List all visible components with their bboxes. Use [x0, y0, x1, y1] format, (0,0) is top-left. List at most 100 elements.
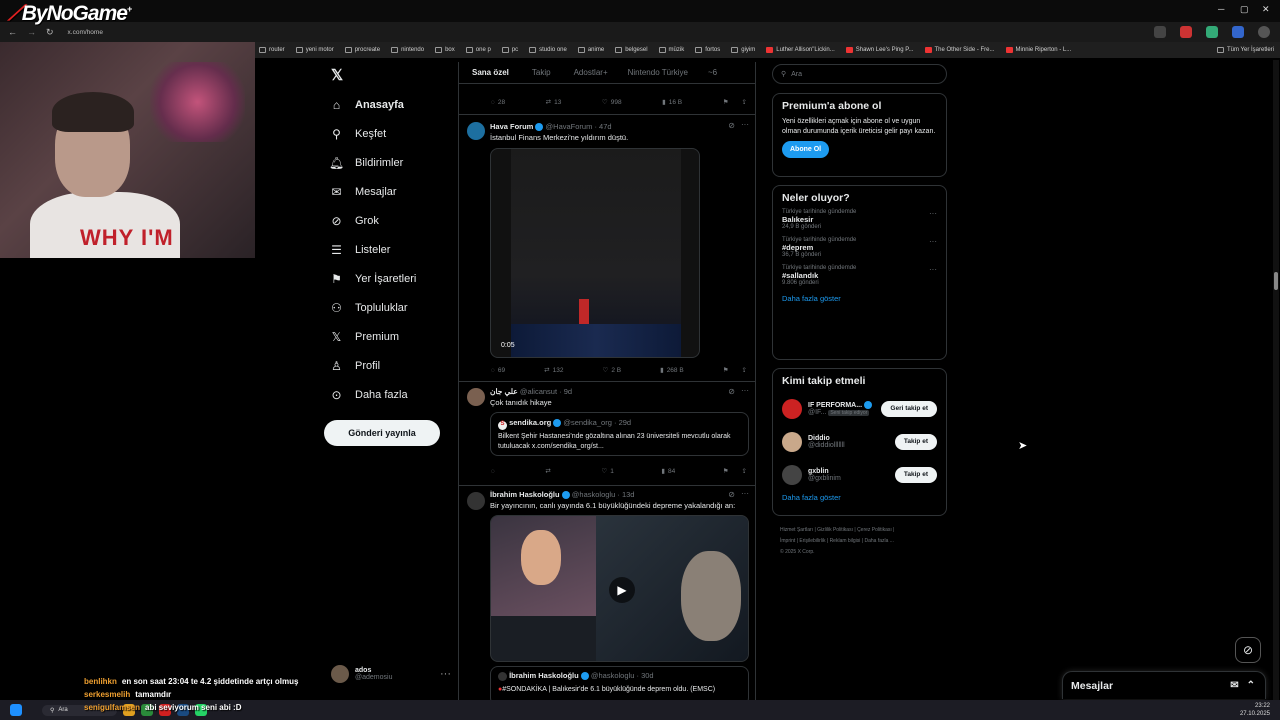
tab-following[interactable]: Takip [519, 68, 561, 77]
search-input[interactable]: ⚲ Ara [772, 64, 947, 84]
grok-button[interactable]: ⊘ [1235, 637, 1261, 663]
tab-list[interactable]: Nintendo Türkiye [618, 68, 698, 77]
more-icon[interactable]: ··· [741, 120, 749, 129]
footer-link[interactable]: Hizmet Şartları [780, 527, 813, 533]
like-button[interactable]: ♡ 1 [601, 467, 613, 476]
more-icon[interactable]: ··· [929, 265, 937, 274]
nav-messages[interactable]: ✉ Mesajlar [324, 177, 459, 206]
nav-home[interactable]: ⌂ Anasayfa [324, 90, 459, 119]
close-icon[interactable]: ✕ [1262, 4, 1270, 15]
bookmark-item[interactable]: Minnie Riperton - L... [1005, 47, 1071, 53]
bookmark-item[interactable]: fortos [695, 47, 720, 53]
more-icon[interactable]: ··· [929, 237, 937, 246]
tweet[interactable]: ⊘ ··· İbrahim Haskoloğlu @haskologlu · 1… [459, 485, 755, 702]
follow-suggestion[interactable]: gxblin @gxblinim Takip et [782, 458, 937, 491]
tweet-video[interactable]: ▶ [490, 515, 749, 662]
back-icon[interactable]: ← [8, 27, 17, 37]
extension-icon[interactable] [1232, 26, 1244, 38]
follow-back-button[interactable]: Geri takip et [881, 400, 937, 417]
bookmark-item[interactable]: nintendo [391, 47, 424, 53]
nav-more[interactable]: ⊙ Daha fazla [324, 380, 459, 409]
nav-grok[interactable]: ⊘ Grok [324, 206, 459, 235]
bookmark-item[interactable]: procreate [344, 47, 380, 53]
tab-list[interactable]: Adostlar+ [561, 68, 618, 77]
maximize-icon[interactable]: ▢ [1240, 4, 1249, 15]
bookmark-item[interactable]: studio one [529, 47, 567, 53]
nav-lists[interactable]: ☰ Listeler [324, 235, 459, 264]
bookmark-button[interactable]: ⚑ ⇪ [723, 366, 747, 374]
like-button[interactable]: ♡ 2 B [602, 366, 621, 375]
extension-icon[interactable] [1206, 26, 1218, 38]
bookmark-item[interactable]: box [435, 47, 455, 53]
nav-notifications[interactable]: 🔔︎ Bildirimler [324, 148, 459, 177]
nav-communities[interactable]: ⚇ Topluluklar [324, 293, 459, 322]
quoted-tweet[interactable]: İbrahim Haskoloğlu @haskologlu · 30d ●#S… [490, 666, 749, 702]
like-button[interactable]: ♡ 998 [602, 98, 622, 107]
trend-item[interactable]: Türkiye tarihinde gündemde #sallandık 9.… [782, 265, 937, 286]
account-switcher[interactable]: ados @ademosiu ··· [331, 662, 451, 686]
tab-more[interactable]: ~6 [698, 68, 727, 77]
views-button[interactable]: ▮ 16 B [662, 98, 682, 107]
bookmark-item[interactable]: router [259, 47, 285, 53]
url-field[interactable]: x.com/home [68, 29, 103, 36]
clock[interactable]: 23:22 27.10.2025 [1240, 702, 1270, 718]
repost-button[interactable]: ⇄ [545, 467, 553, 475]
follow-button[interactable]: Takip et [894, 433, 937, 450]
bookmark-item[interactable]: pc [501, 47, 518, 53]
footer-link[interactable]: Erişilebilirlik [799, 538, 825, 544]
all-bookmarks[interactable]: Tüm Yer İşaretleri [1216, 47, 1274, 53]
chevron-up-icon[interactable]: ⌃ [1247, 680, 1255, 691]
page-scrollbar[interactable] [1273, 60, 1279, 700]
more-icon[interactable]: ··· [741, 386, 749, 395]
bookmark-item[interactable]: The Other Side - Fre... [924, 47, 995, 53]
bookmark-item[interactable]: yeni motor [295, 47, 334, 53]
footer-link[interactable]: Reklam bilgisi [830, 538, 861, 544]
trend-item[interactable]: Türkiye tarihinde gündemde #deprem 36,7 … [782, 237, 937, 258]
bookmark-item[interactable]: belgesel [615, 47, 648, 53]
views-button[interactable]: ▮ 268 B [660, 366, 684, 375]
repost-button[interactable]: ⇄ 13 [546, 98, 562, 107]
tweet[interactable]: ⊘ ··· Hava Forum @HavaForum · 47d İstanb… [459, 114, 755, 381]
bookmark-button[interactable]: ⚑ ⇪ [723, 98, 747, 106]
footer-link[interactable]: Daha fazla ... [864, 538, 893, 544]
bookmark-button[interactable]: ⚑ ⇪ [723, 467, 747, 475]
reply-button[interactable]: ◌ 28 [491, 99, 505, 106]
messages-drawer[interactable]: Mesajlar ✉ ⌃ [1062, 671, 1266, 699]
nav-bookmarks[interactable]: ⚑ Yer İşaretleri [324, 264, 459, 293]
extension-icon[interactable] [1154, 26, 1166, 38]
quoted-tweet[interactable]: S sendika.org @sendika_org · 29d Bilkent… [490, 412, 749, 456]
tab-for-you[interactable]: Sana özel [459, 68, 519, 77]
trend-item[interactable]: Türkiye tarihinde gündemde Balıkesir 24,… [782, 209, 937, 230]
x-logo-icon[interactable]: 𝕏 [331, 66, 343, 84]
subscribe-button[interactable]: Abone Ol [782, 141, 830, 158]
follow-suggestion[interactable]: Diddio @diddiolllllll Takip et [782, 425, 937, 458]
reload-icon[interactable]: ↻ [46, 27, 54, 38]
tweet-video[interactable]: 0:05 [490, 148, 700, 358]
bookmark-item[interactable]: giyim [731, 47, 755, 53]
windows-start-icon[interactable] [10, 704, 22, 716]
reply-button[interactable]: ◌ 69 [491, 367, 505, 374]
nav-premium[interactable]: 𝕏 Premium [324, 322, 459, 351]
bookmark-item[interactable]: Luther Allison"Lickin... [766, 47, 835, 53]
repost-button[interactable]: ⇄ 132 [544, 366, 563, 375]
footer-link[interactable]: Gizlilik Politikası [817, 527, 853, 533]
profile-icon[interactable] [1258, 26, 1270, 38]
post-button[interactable]: Gönderi yayınla [324, 420, 440, 446]
nav-profile[interactable]: ♙ Profil [324, 351, 459, 380]
follow-show-more-link[interactable]: Daha fazla göster [782, 493, 937, 502]
play-icon[interactable]: ▶ [609, 577, 635, 603]
forward-icon[interactable]: → [27, 27, 36, 37]
minimize-icon[interactable]: ─ [1218, 4, 1224, 14]
follow-button[interactable]: Takip et [894, 466, 937, 483]
views-button[interactable]: ▮ 84 [661, 467, 675, 476]
reply-button[interactable]: ◌ [491, 468, 498, 475]
tweet[interactable]: ⊘ ··· علي جان @alicansut · 9d Çok tanıdı… [459, 381, 755, 485]
bookmark-item[interactable]: müzik [658, 47, 684, 53]
bookmark-item[interactable]: Shawn Lee's Ping P... [845, 47, 914, 53]
bookmark-item[interactable]: one p [465, 47, 491, 53]
scrollbar-thumb[interactable] [1274, 272, 1278, 290]
bookmark-item[interactable]: anime [577, 47, 604, 53]
footer-link[interactable]: Çerez Politikası [857, 527, 892, 533]
footer-link[interactable]: İmprint [780, 538, 795, 544]
more-icon[interactable]: ··· [929, 209, 937, 218]
